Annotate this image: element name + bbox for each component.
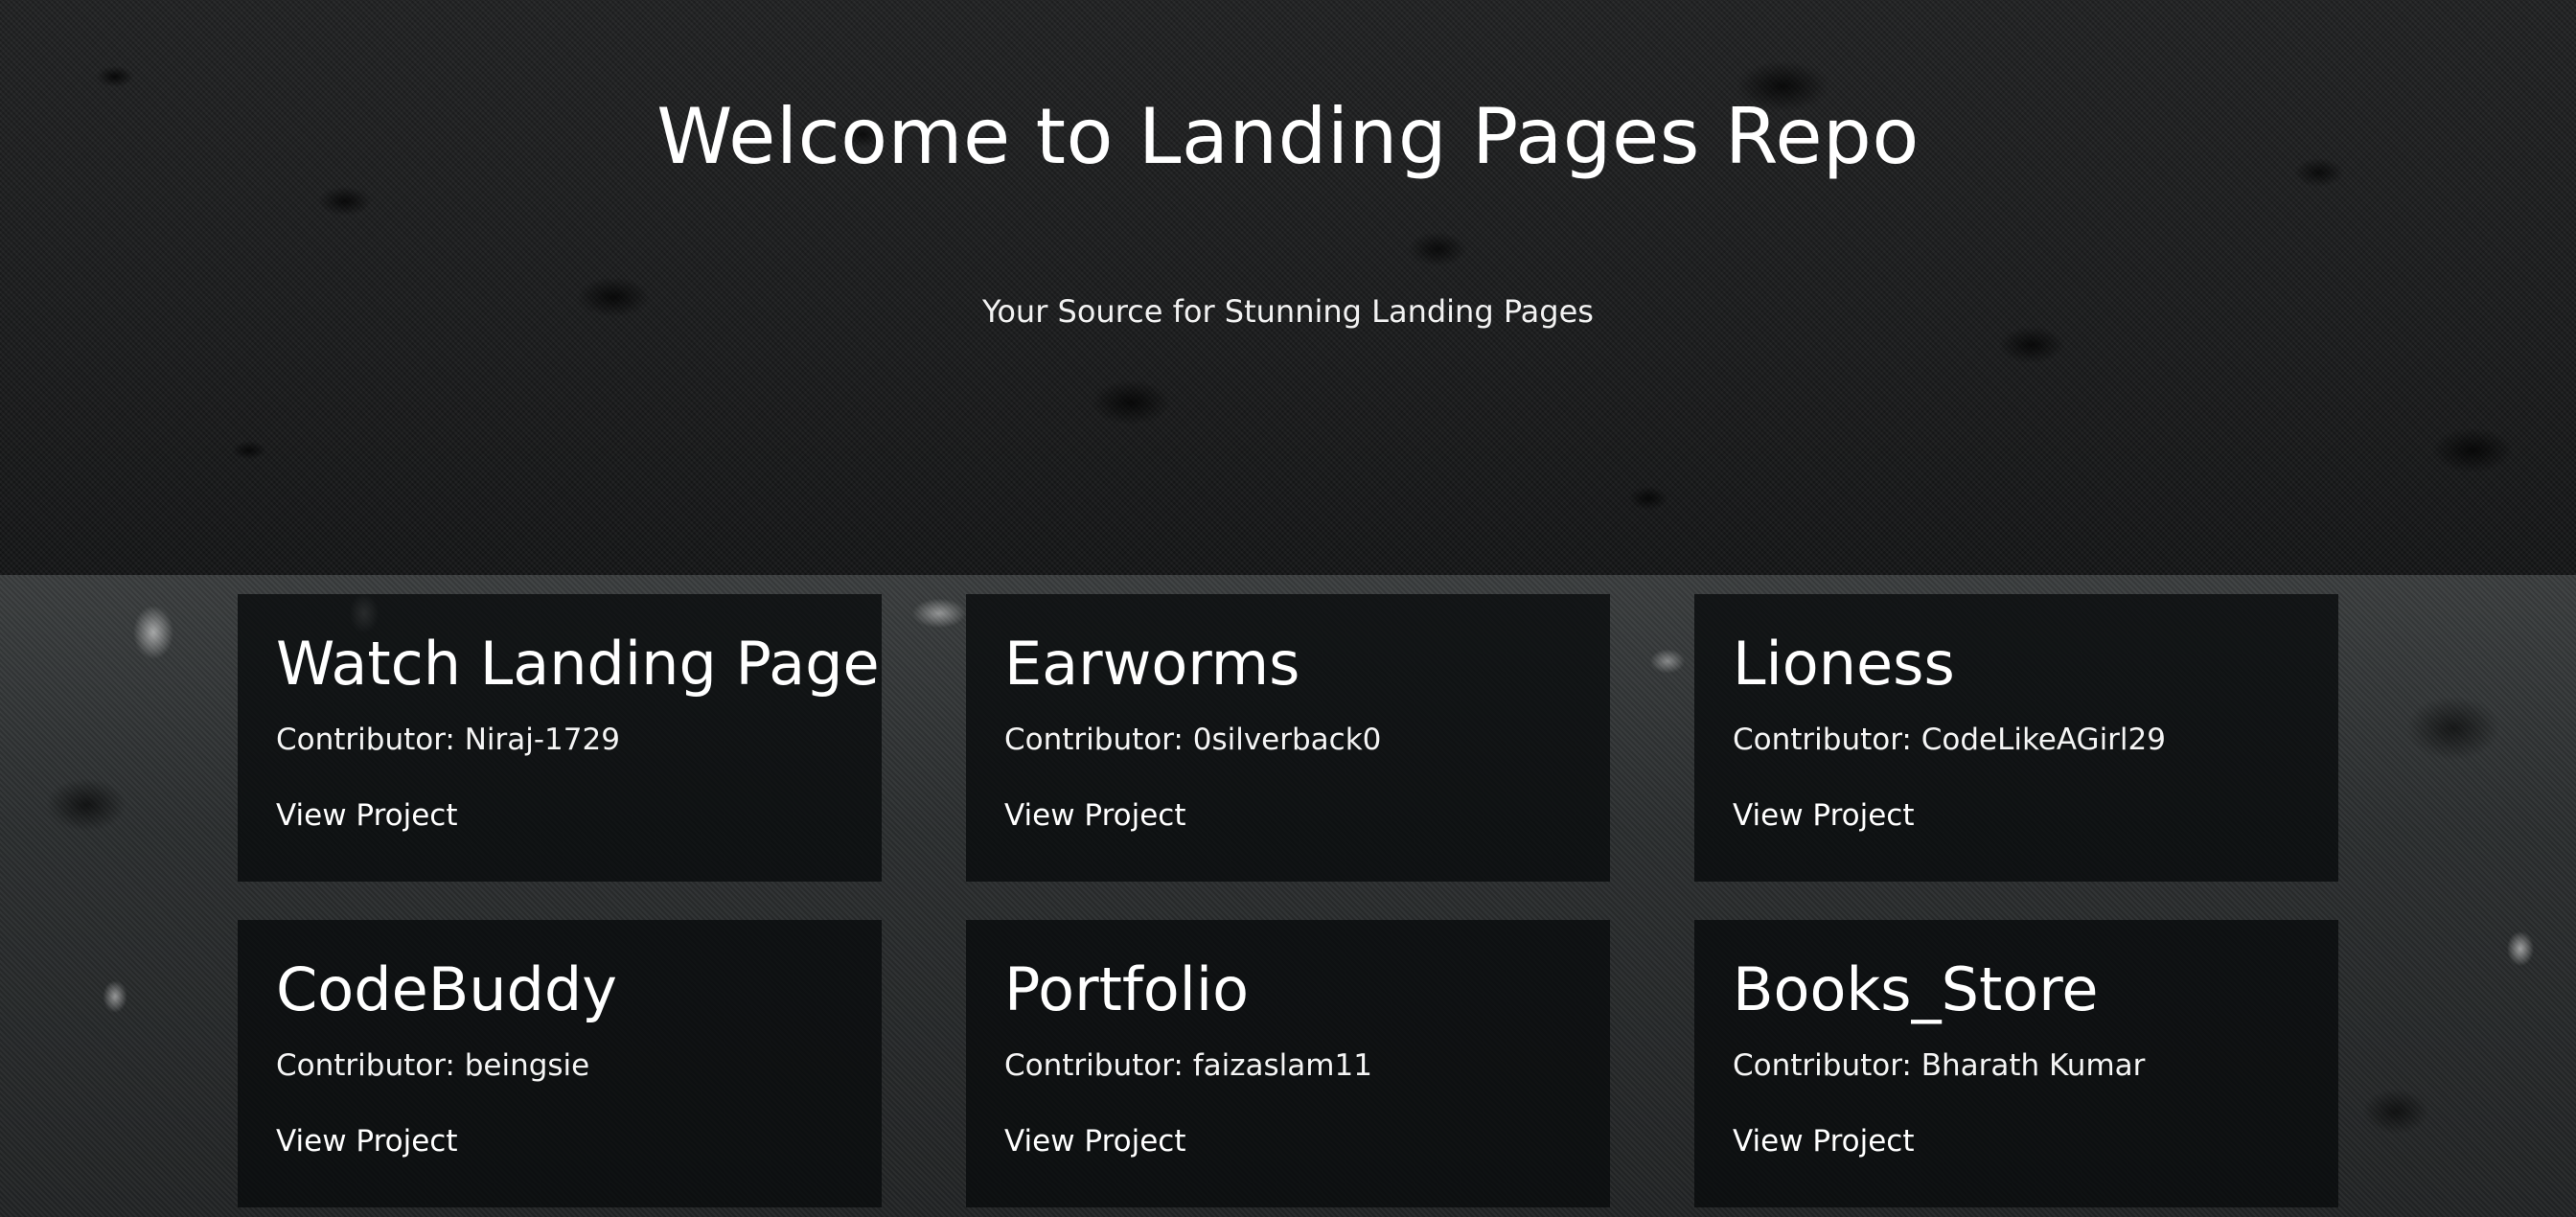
project-card: Lioness Contributor: CodeLikeAGirl29 Vie… [1694,594,2338,882]
view-project-link[interactable]: View Project [276,1124,457,1160]
project-contributor: Contributor: faizaslam11 [1004,1048,1372,1083]
project-title: Lioness [1733,629,1955,699]
project-title: Books_Store [1733,954,2099,1024]
landing-pages-repo-page: Welcome to Landing Pages Repo Your Sourc… [0,0,2576,1217]
project-contributor: Contributor: Niraj-1729 [276,723,620,757]
project-card: CodeBuddy Contributor: beingsie View Pro… [238,920,882,1207]
project-card: Portfolio Contributor: faizaslam11 View … [966,920,1610,1207]
project-contributor: Contributor: Bharath Kumar [1733,1048,2146,1083]
view-project-link[interactable]: View Project [276,798,457,834]
project-title: CodeBuddy [276,954,617,1024]
hero-section: Welcome to Landing Pages Repo Your Sourc… [0,0,2576,575]
projects-grid: Watch Landing Page Contributor: Niraj-17… [238,594,2338,1207]
project-title: Earworms [1004,629,1300,699]
hero-subtitle: Your Source for Stunning Landing Pages [982,293,1594,330]
hero-title: Welcome to Landing Pages Repo [656,92,1920,181]
view-project-link[interactable]: View Project [1733,1124,1914,1160]
project-contributor: Contributor: beingsie [276,1048,590,1083]
project-contributor: Contributor: 0silverback0 [1004,723,1382,757]
project-card: Watch Landing Page Contributor: Niraj-17… [238,594,882,882]
project-title: Portfolio [1004,954,1250,1024]
view-project-link[interactable]: View Project [1004,798,1185,834]
view-project-link[interactable]: View Project [1004,1124,1185,1160]
project-card: Books_Store Contributor: Bharath Kumar V… [1694,920,2338,1207]
project-contributor: Contributor: CodeLikeAGirl29 [1733,723,2166,757]
project-card: Earworms Contributor: 0silverback0 View … [966,594,1610,882]
project-title: Watch Landing Page [276,629,880,699]
view-project-link[interactable]: View Project [1733,798,1914,834]
